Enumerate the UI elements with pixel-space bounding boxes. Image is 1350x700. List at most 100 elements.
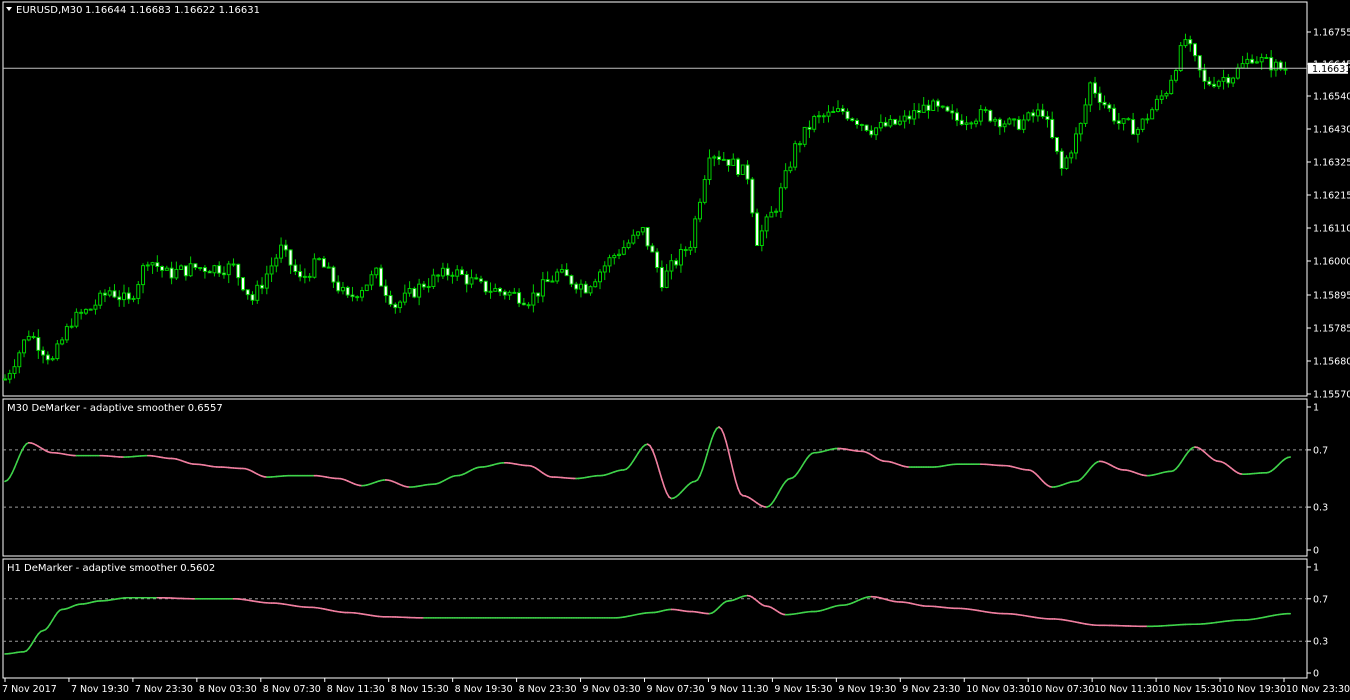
candle-body (41, 349, 46, 356)
candle-body (526, 304, 531, 307)
candle-body (945, 106, 950, 112)
candle-body (83, 308, 88, 314)
candle-body (169, 267, 174, 279)
candle-body (488, 290, 493, 293)
candle-body (1112, 107, 1117, 122)
candle-body (521, 302, 526, 306)
candle-body (1045, 115, 1050, 120)
candle-body (726, 159, 731, 166)
candle-body (678, 249, 683, 266)
price-tick-label: 1.15895 (1313, 291, 1350, 302)
chart-window[interactable]: 1.167551.166451.165401.164301.163251.162… (0, 0, 1350, 700)
candle-body (1031, 112, 1036, 117)
candle-body (1140, 118, 1145, 130)
candle-body (1059, 150, 1064, 169)
candle-body (693, 218, 698, 248)
candle-body (740, 164, 745, 176)
candle-body (583, 283, 588, 294)
candle-body (669, 260, 674, 272)
candle-body (821, 115, 826, 118)
candle-body (1216, 80, 1221, 87)
candle-body (555, 271, 560, 282)
candle-body (160, 265, 165, 271)
candle-body (674, 260, 679, 266)
candle-body (1107, 104, 1112, 109)
candle-body (198, 267, 203, 270)
candle-body (45, 354, 50, 361)
candle-body (12, 366, 17, 374)
candle-body (736, 158, 741, 176)
candle-body (436, 274, 441, 277)
candle-body (1150, 109, 1155, 120)
time-tick-label: 10 Nov 19:30 (1222, 684, 1286, 695)
candle-body (417, 283, 422, 298)
candle-body (507, 291, 512, 296)
candle-body (731, 158, 736, 166)
time-tick-label: 8 Nov 07:30 (263, 684, 321, 695)
price-tick-label: 1.15570 (1313, 390, 1350, 401)
candle-body (421, 283, 426, 288)
candle-body (931, 100, 936, 111)
candle-body (797, 143, 802, 146)
candle-body (840, 108, 845, 112)
candle-body (479, 278, 483, 282)
candle-body (816, 115, 821, 118)
candle-body (574, 283, 579, 290)
candle-body (50, 358, 55, 361)
candle-body (383, 285, 388, 297)
candle-body (1183, 39, 1188, 47)
m30-level-label: 0.3 (1313, 503, 1328, 514)
candle-body (1083, 104, 1088, 124)
candle-body (650, 245, 655, 253)
candle-body (1240, 63, 1245, 69)
h1-level-label: 0.7 (1313, 594, 1328, 605)
candle-body (131, 297, 136, 300)
candle-body (293, 264, 298, 273)
candle-body (621, 247, 626, 255)
candle-body (1097, 92, 1102, 103)
candle-body (1173, 69, 1178, 81)
candle-body (978, 109, 983, 122)
candle-body (607, 257, 612, 267)
candle-body (1064, 157, 1069, 169)
m30-level-label: 0 (1313, 546, 1319, 557)
candle-body (1050, 118, 1055, 138)
candle-body (1188, 39, 1193, 45)
candle-body (788, 166, 793, 172)
time-tick-label: 10 Nov 11:30 (1094, 684, 1158, 695)
candle-body (864, 124, 869, 131)
candle-body (935, 100, 940, 107)
candle-body (1131, 119, 1136, 135)
candle-body (298, 271, 303, 278)
candle-body (136, 284, 141, 299)
candle-body (802, 126, 807, 145)
candle-body (517, 292, 522, 304)
candle-body (31, 335, 36, 339)
candle-body (279, 244, 284, 259)
candle-body (217, 265, 222, 274)
candle-body (312, 258, 317, 278)
time-tick-label: 9 Nov 15:30 (774, 684, 832, 695)
price-tick-label: 1.16540 (1313, 92, 1350, 103)
candle-body (79, 311, 84, 314)
price-tick-label: 1.15785 (1313, 324, 1350, 335)
candle-body (993, 118, 998, 122)
candle-body (1169, 79, 1174, 95)
candle-body (1040, 109, 1045, 117)
candle-body (631, 234, 636, 244)
candle-body (1021, 119, 1026, 130)
h1-level-label: 0.3 (1313, 637, 1328, 648)
candle-body (174, 268, 179, 279)
candle-body (774, 210, 779, 213)
candle-body (3, 378, 7, 381)
candle-body (398, 301, 403, 309)
candle-body (412, 288, 417, 298)
candle-body (269, 265, 274, 275)
time-tick-label: 7 Nov 2017 (2, 684, 57, 695)
h1-level-label: 1 (1313, 563, 1319, 574)
candle-body (1212, 83, 1217, 87)
candle-body (107, 290, 112, 296)
candle-body (331, 266, 336, 283)
candle-body (964, 122, 969, 125)
candle-body (1193, 43, 1197, 57)
